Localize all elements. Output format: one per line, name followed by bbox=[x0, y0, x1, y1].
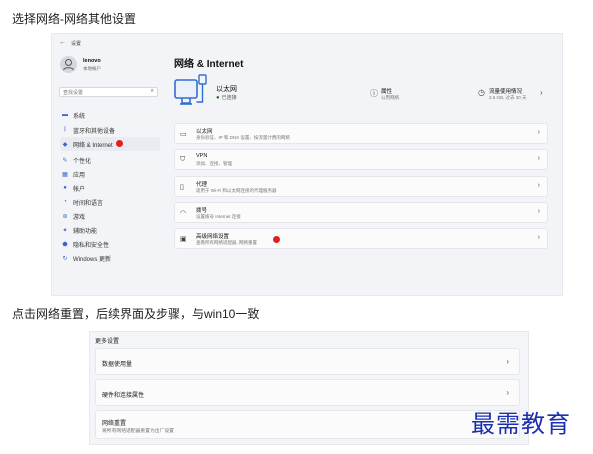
connection-name: 以太网 bbox=[216, 86, 237, 93]
more-settings-panel: 更多设置 数据使用量 › 硬件和连接属性 › 网络重置 将所有网络适配器重置为出… bbox=[89, 331, 529, 445]
sidebar-item-privacy[interactable]: ⬟ 隐私和安全性 bbox=[60, 238, 160, 250]
sidebar-item-apps[interactable]: ▦ 应用 bbox=[60, 168, 160, 180]
sidebar-item-label: 个性化 bbox=[73, 158, 92, 165]
game-icon: ⊛ bbox=[62, 213, 68, 220]
card-title: VPN bbox=[196, 153, 208, 159]
data-usage-title: 流量使用情况 bbox=[489, 89, 523, 95]
check-icon: ● bbox=[216, 94, 220, 101]
chevron-right-icon: › bbox=[506, 357, 509, 366]
card-subtitle: 查看所有网络适配器, 网络重置 bbox=[196, 240, 257, 245]
row-title: 硬件和连接属性 bbox=[102, 393, 145, 399]
ethernet-icon: ▭ bbox=[180, 131, 187, 138]
search-box[interactable]: 查找设置 ⌕ bbox=[59, 87, 158, 97]
info-icon: ⓘ bbox=[370, 89, 378, 98]
row-subtitle: 将所有网络适配器重置为出厂设置 bbox=[102, 429, 174, 434]
accessibility-icon: ✦ bbox=[62, 227, 68, 234]
monitor-ethernet-icon bbox=[174, 74, 207, 105]
sidebar-item-label: 帐户 bbox=[73, 186, 86, 193]
chevron-right-icon: › bbox=[540, 88, 543, 97]
properties-title: 属性 bbox=[381, 89, 393, 95]
back-arrow-icon[interactable]: ← bbox=[59, 39, 66, 46]
card-proxy[interactable]: ▯ 代理 适用于 Wi-Fi 和以太网连接的代理服务器 › bbox=[174, 176, 548, 197]
card-subtitle: 添加、连接、管理 bbox=[196, 161, 232, 166]
card-dialup[interactable]: ◠ 拨号 设置拨号 Internet 连接 › bbox=[174, 202, 548, 223]
card-title: 以太网 bbox=[196, 129, 213, 135]
card-ethernet[interactable]: ▭ 以太网 身份验证、IP 和 DNS 设置、按流量计费的网络 › bbox=[174, 123, 548, 144]
card-advanced-network[interactable]: ▣ 高级网络设置 查看所有网络适配器, 网络重置 › bbox=[174, 228, 548, 249]
sidebar-item-windows-update[interactable]: ↻ Windows 更新 bbox=[60, 252, 160, 264]
user-account-type: 本地帐户 bbox=[83, 66, 101, 71]
person-icon: ● bbox=[63, 185, 67, 191]
sidebar-item-label: 时间和语言 bbox=[73, 200, 104, 207]
person-icon bbox=[63, 59, 74, 71]
connection-status: ● 已连接 bbox=[216, 94, 237, 102]
card-title: 拨号 bbox=[196, 208, 208, 214]
sidebar-item-label: 系统 bbox=[73, 113, 86, 120]
row-network-reset[interactable]: 网络重置 将所有网络适配器重置为出厂设置 bbox=[95, 410, 520, 439]
settings-window: ← 设置 lenovo 本地帐户 查找设置 ⌕ ▬ 系统 ᛒ 蓝牙和其他设备 ◆ 网络… bbox=[51, 33, 563, 296]
sidebar-item-label: 网络 & Internet bbox=[73, 142, 113, 149]
advanced-network-icon: ▣ bbox=[180, 236, 187, 243]
sidebar-item-accounts[interactable]: ● 帐户 bbox=[60, 182, 160, 194]
card-title: 高级网络设置 bbox=[196, 234, 230, 240]
data-usage-subtitle: 3.6 GB, 过去 30 天 bbox=[489, 95, 527, 100]
connection-status-text: 已连接 bbox=[221, 95, 237, 101]
row-data-usage[interactable]: 数据使用量 › bbox=[95, 348, 520, 375]
properties-link[interactable]: ⓘ 属性 公用网络 bbox=[370, 86, 440, 102]
caption-top: 选择网络-网络其他设置 bbox=[12, 12, 136, 26]
row-title: 网络重置 bbox=[102, 421, 127, 427]
network-icon: ◆ bbox=[62, 141, 68, 148]
properties-subtitle: 公用网络 bbox=[381, 95, 399, 100]
more-settings-header: 更多设置 bbox=[95, 339, 120, 345]
watermark-text: 最需教育 bbox=[471, 410, 571, 438]
red-marker bbox=[273, 236, 280, 243]
card-subtitle: 身份验证、IP 和 DNS 设置、按流量计费的网络 bbox=[196, 135, 290, 140]
app-title: 设置 bbox=[71, 41, 82, 47]
user-name: lenovo bbox=[83, 58, 101, 64]
card-subtitle: 适用于 Wi-Fi 和以太网连接的代理服务器 bbox=[196, 188, 277, 193]
chevron-right-icon: › bbox=[537, 155, 540, 162]
data-usage-link[interactable]: ◷ 流量使用情况 3.6 GB, 过去 30 天 › bbox=[478, 86, 548, 102]
sidebar-item-label: 应用 bbox=[73, 172, 86, 179]
data-usage-icon: ◷ bbox=[478, 88, 485, 97]
chevron-right-icon: › bbox=[537, 234, 540, 241]
dialup-icon: ◠ bbox=[180, 210, 187, 217]
chevron-right-icon: › bbox=[506, 388, 509, 397]
row-title: 数据使用量 bbox=[102, 362, 133, 368]
chevron-right-icon: › bbox=[537, 129, 540, 136]
card-title: 代理 bbox=[196, 182, 208, 188]
sidebar-item-system[interactable]: ▬ 系统 bbox=[60, 109, 160, 121]
card-vpn[interactable]: ⛉ VPN 添加、连接、管理 › bbox=[174, 149, 548, 170]
row-hardware-properties[interactable]: 硬件和连接属性 › bbox=[95, 379, 520, 406]
sidebar-item-personalization[interactable]: ✎ 个性化 bbox=[60, 154, 160, 166]
bluetooth-icon: ᛒ bbox=[63, 127, 67, 133]
sidebar-item-time-language[interactable]: ◔ 时间和语言 bbox=[60, 196, 160, 208]
sidebar-item-label: 隐私和安全性 bbox=[73, 242, 110, 249]
caption-middle: 点击网络重置，后续界面及步骤，与win10一致 bbox=[12, 307, 260, 321]
red-marker bbox=[116, 140, 123, 147]
card-subtitle: 设置拨号 Internet 连接 bbox=[196, 214, 241, 219]
update-icon: ↻ bbox=[62, 255, 68, 262]
sidebar-item-label: Windows 更新 bbox=[73, 256, 112, 263]
apps-icon: ▦ bbox=[62, 171, 68, 178]
chevron-right-icon: › bbox=[537, 208, 540, 215]
clock-icon: ◔ bbox=[63, 199, 67, 205]
sidebar-item-label: 游戏 bbox=[73, 214, 86, 221]
sidebar-item-gaming[interactable]: ⊛ 游戏 bbox=[60, 210, 160, 222]
home-icon: ▬ bbox=[62, 112, 68, 118]
vpn-icon: ⛉ bbox=[180, 156, 186, 163]
chevron-right-icon: › bbox=[537, 182, 540, 189]
sidebar-item-label: 辅助功能 bbox=[73, 228, 98, 235]
search-placeholder: 查找设置 bbox=[63, 90, 84, 96]
avatar bbox=[60, 56, 77, 73]
sidebar-item-label: 蓝牙和其他设备 bbox=[73, 128, 116, 135]
sidebar-item-network[interactable]: ◆ 网络 & Internet bbox=[60, 137, 160, 151]
sidebar-item-accessibility[interactable]: ✦ 辅助功能 bbox=[60, 224, 160, 236]
brush-icon: ✎ bbox=[62, 157, 68, 164]
shield-icon: ⬟ bbox=[62, 241, 68, 248]
page-title: 网络 & Internet bbox=[174, 59, 244, 70]
search-icon: ⌕ bbox=[150, 88, 154, 94]
proxy-icon: ▯ bbox=[180, 184, 184, 191]
sidebar-item-bluetooth[interactable]: ᛒ 蓝牙和其他设备 bbox=[60, 124, 160, 136]
